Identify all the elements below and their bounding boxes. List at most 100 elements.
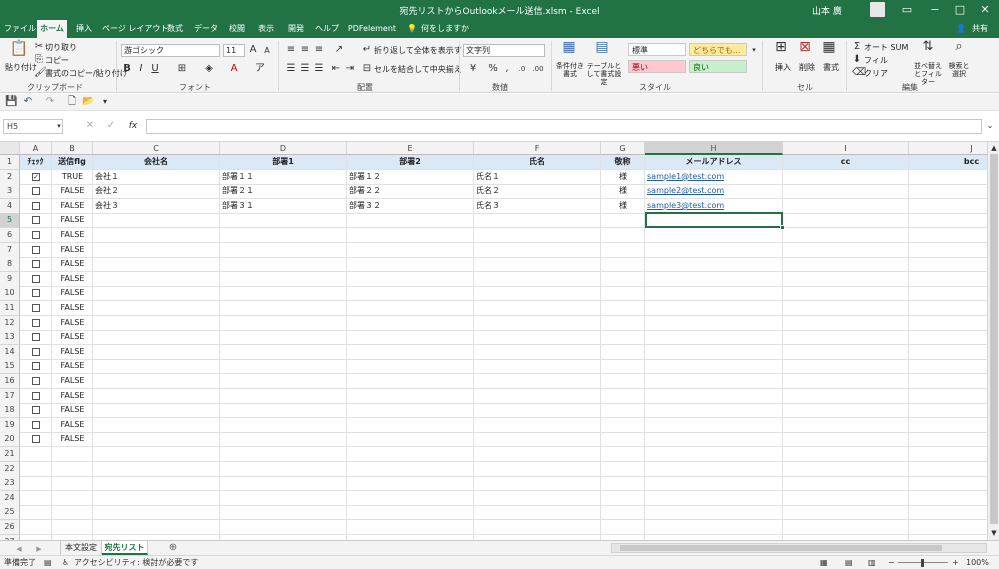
table-cell[interactable]: [645, 374, 783, 389]
row-checkbox[interactable]: [32, 347, 40, 356]
table-cell[interactable]: [474, 505, 601, 521]
table-cell[interactable]: [909, 389, 987, 404]
autosum-button[interactable]: オート SUM: [864, 42, 908, 53]
table-cell[interactable]: [601, 315, 645, 331]
table-cell[interactable]: [474, 315, 601, 331]
select-all-corner[interactable]: [0, 142, 20, 155]
table-cell[interactable]: [20, 476, 52, 492]
indent-decrease-icon[interactable]: ⇤: [330, 63, 342, 75]
row-checkbox[interactable]: [32, 201, 40, 210]
decrease-decimal-icon[interactable]: .00: [531, 63, 545, 75]
delete-cells-button[interactable]: 削除: [799, 62, 815, 73]
table-cell[interactable]: [93, 301, 220, 316]
enter-icon[interactable]: ✓: [106, 120, 116, 132]
table-cell[interactable]: [645, 301, 783, 316]
table-cell[interactable]: [93, 403, 220, 419]
column-header[interactable]: J: [909, 142, 987, 155]
copy-button[interactable]: コピー: [45, 55, 69, 66]
table-cell[interactable]: [347, 476, 474, 492]
table-cell[interactable]: [783, 286, 909, 302]
table-cell[interactable]: [220, 520, 347, 535]
table-cell[interactable]: [645, 257, 783, 273]
row-header[interactable]: 14: [0, 344, 20, 360]
row-checkbox[interactable]: [32, 274, 40, 283]
vertical-scrollbar[interactable]: ▲ ▼: [987, 142, 999, 540]
orientation-icon[interactable]: ↗: [332, 44, 346, 56]
table-cell[interactable]: [93, 359, 220, 375]
table-cell[interactable]: [645, 447, 783, 462]
format-cells-icon[interactable]: ▦: [820, 40, 838, 59]
column-header[interactable]: A: [20, 142, 52, 155]
table-cell[interactable]: [909, 286, 987, 302]
table-cell[interactable]: [783, 359, 909, 375]
table-cell[interactable]: [220, 301, 347, 316]
table-cell[interactable]: [220, 403, 347, 419]
align-bottom-icon[interactable]: ≡: [313, 44, 325, 56]
table-cell[interactable]: [93, 505, 220, 521]
increase-decimal-icon[interactable]: .0: [515, 63, 529, 75]
table-cell[interactable]: [783, 432, 909, 448]
macro-record-icon[interactable]: ▤: [44, 556, 52, 569]
column-header[interactable]: H: [645, 142, 783, 155]
table-cell[interactable]: [909, 520, 987, 535]
table-cell[interactable]: [783, 169, 909, 185]
row-checkbox[interactable]: [32, 420, 40, 429]
table-cell[interactable]: [93, 228, 220, 243]
row-checkbox[interactable]: [32, 289, 40, 298]
table-cell[interactable]: [474, 520, 601, 535]
tab-review[interactable]: 校閲: [225, 20, 249, 38]
table-cell[interactable]: [909, 170, 987, 185]
table-cell[interactable]: [93, 315, 220, 331]
table-cell[interactable]: [220, 257, 347, 273]
table-cell[interactable]: [909, 316, 987, 331]
column-title-cell[interactable]: 会社名: [93, 155, 220, 170]
column-header[interactable]: I: [783, 142, 909, 155]
table-cell[interactable]: [783, 461, 909, 477]
redo-icon[interactable]: ↷: [44, 96, 56, 108]
table-cell[interactable]: [52, 447, 93, 462]
align-top-icon[interactable]: ≡: [285, 44, 297, 56]
table-cell[interactable]: [783, 228, 909, 243]
table-cell[interactable]: [783, 315, 909, 331]
clear-button[interactable]: クリア: [864, 68, 888, 79]
table-cell[interactable]: [601, 388, 645, 404]
row-checkbox[interactable]: [32, 362, 40, 371]
style-normal[interactable]: 標準: [628, 43, 686, 56]
new-sheet-icon[interactable]: ⊕: [166, 542, 180, 554]
row-header[interactable]: 12: [0, 315, 20, 331]
row-checkbox[interactable]: [32, 435, 40, 444]
row-checkbox[interactable]: [32, 333, 40, 342]
table-cell[interactable]: [474, 461, 601, 477]
table-cell[interactable]: [347, 359, 474, 375]
table-cell[interactable]: [601, 344, 645, 360]
prev-sheet-icon[interactable]: ◀: [14, 543, 24, 555]
table-cell[interactable]: [474, 359, 601, 375]
table-cell[interactable]: [93, 330, 220, 346]
fill-handle[interactable]: [780, 225, 785, 230]
table-cell[interactable]: [783, 520, 909, 535]
table-cell[interactable]: [474, 330, 601, 346]
table-cell[interactable]: [347, 388, 474, 404]
table-cell[interactable]: [347, 315, 474, 331]
row-header[interactable]: 9: [0, 271, 20, 287]
grow-font-icon[interactable]: A: [248, 44, 258, 56]
row-header[interactable]: 24: [0, 490, 20, 506]
table-cell[interactable]: [645, 505, 783, 521]
table-cell[interactable]: [347, 330, 474, 346]
table-cell[interactable]: [93, 374, 220, 389]
row-checkbox[interactable]: [32, 260, 40, 269]
table-cell[interactable]: [645, 286, 783, 302]
scroll-down-icon[interactable]: ▼: [989, 527, 999, 539]
percent-icon[interactable]: %: [487, 63, 499, 75]
table-cell[interactable]: [909, 330, 987, 346]
table-cell[interactable]: [783, 344, 909, 360]
table-cell[interactable]: [645, 476, 783, 492]
table-cell[interactable]: [601, 476, 645, 492]
table-cell[interactable]: [601, 228, 645, 243]
table-cell[interactable]: [52, 505, 93, 521]
table-cell[interactable]: [93, 286, 220, 302]
table-cell[interactable]: [93, 271, 220, 287]
column-title-cell[interactable]: 送信flg: [52, 155, 93, 170]
cancel-icon[interactable]: ✕: [85, 120, 95, 132]
row-checkbox[interactable]: ✓: [32, 172, 40, 181]
